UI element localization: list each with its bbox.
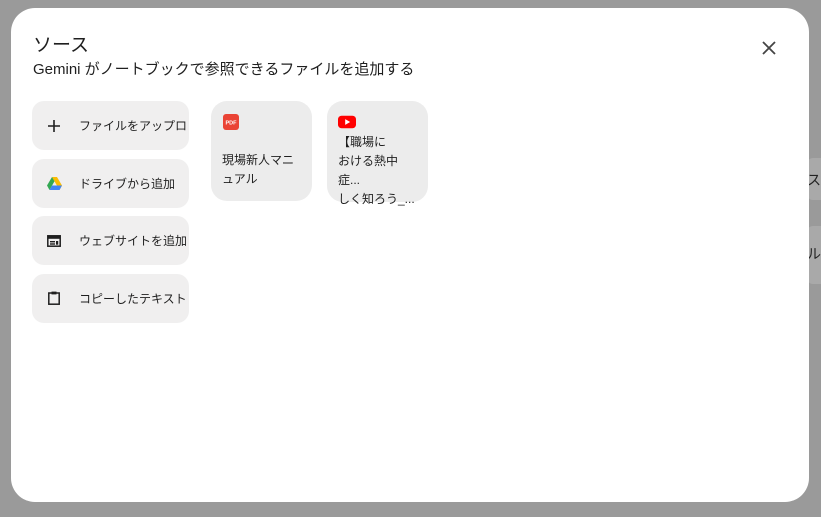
backdrop-text: ル <box>807 246 821 262</box>
source-card-title-line: おける熱中症... <box>338 154 399 187</box>
source-card-title: 現場新人マニュアル <box>222 153 295 186</box>
source-card-title: 【職場に おける熱中症... しく知ろう_... <box>338 133 418 209</box>
upload-file-label: ファイルをアップロ <box>79 119 188 133</box>
backdrop-panel: ス <box>807 158 821 200</box>
plus-icon <box>46 118 62 134</box>
paste-text-button[interactable]: コピーしたテキスト <box>32 273 189 323</box>
close-button[interactable] <box>757 36 781 60</box>
add-website-button[interactable]: ウェブサイトを追加 <box>32 216 189 265</box>
web-icon <box>46 233 62 249</box>
clipboard-icon <box>46 290 62 306</box>
add-website-label: ウェブサイトを追加 <box>79 234 188 248</box>
pdf-icon-label: PDF <box>226 121 238 127</box>
source-card-youtube[interactable]: 【職場に おける熱中症... しく知ろう_... <box>327 101 428 206</box>
backdrop-text: ス <box>807 172 821 188</box>
add-from-drive-label: ドライブから追加 <box>79 176 176 191</box>
source-card-pdf[interactable]: PDF 現場新人マニュアル <box>211 101 312 201</box>
sources-dialog: ソース Gemini がノートブックで参照できるファイルを追加する ファイルをア… <box>11 8 809 502</box>
backdrop-panel: ル <box>807 226 821 284</box>
youtube-icon <box>338 115 356 129</box>
dialog-title: ソース <box>33 35 90 56</box>
add-source-actions: ファイルをアップロ ドライブから追加 ウェブサイトを追加 コピーしたテキスト <box>32 101 189 331</box>
pdf-icon: PDF <box>223 114 239 130</box>
google-drive-icon <box>46 175 62 191</box>
close-icon <box>762 41 776 55</box>
add-from-drive-button[interactable]: ドライブから追加 <box>32 158 189 208</box>
upload-file-button[interactable]: ファイルをアップロ <box>32 101 189 150</box>
paste-text-label: コピーしたテキスト <box>79 291 187 306</box>
dialog-subtitle: Gemini がノートブックで参照できるファイルを追加する <box>33 61 415 78</box>
source-card-title-line: しく知ろう_... <box>338 192 415 206</box>
source-card-title-line: 【職場に <box>338 135 387 149</box>
